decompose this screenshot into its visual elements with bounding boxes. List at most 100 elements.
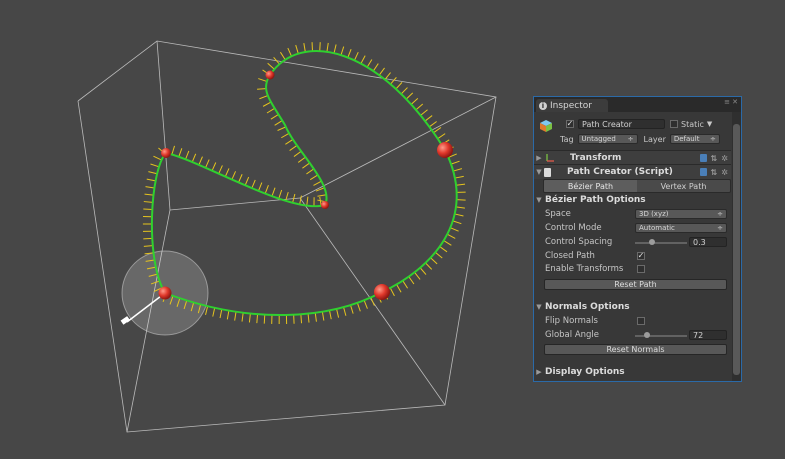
display-options-title[interactable]: Display Options	[545, 367, 625, 377]
transform-header[interactable]: ▶ Transform ⇅ ✲	[534, 150, 731, 165]
normal-tick	[219, 309, 223, 319]
layer-dropdown[interactable]: Default ÷	[669, 134, 720, 144]
global-angle-field[interactable]: 72	[689, 330, 727, 340]
help-icon[interactable]	[699, 153, 707, 162]
foldout-collapsed-icon[interactable]: ▶	[534, 368, 544, 376]
scrollbar-thumb[interactable]	[733, 124, 740, 375]
tag-value: Untagged	[581, 135, 616, 143]
normal-tick	[258, 78, 267, 82]
space-dropdown[interactable]: 3D (xyz) ÷	[635, 209, 727, 219]
normal-tick	[395, 82, 403, 90]
normal-tick	[455, 206, 465, 209]
normal-tick	[274, 120, 283, 126]
path-creator-header[interactable]: ▼ Path Creator (Script) ⇅ ✲	[534, 164, 731, 179]
gear-icon[interactable]: ✲	[721, 154, 728, 163]
normal-tick	[150, 163, 160, 168]
normal-tick	[248, 313, 251, 323]
control-spacing-label: Control Spacing	[545, 237, 613, 247]
normal-tick	[317, 194, 327, 197]
space-label: Space	[545, 209, 571, 219]
normal-tick	[414, 272, 421, 280]
transform-icon	[546, 154, 554, 162]
bounds-box	[77, 40, 497, 433]
tab-bezier-path[interactable]: Bézier Path	[544, 180, 637, 192]
normal-tick	[454, 213, 464, 217]
anchor-point[interactable]	[374, 284, 390, 300]
close-icon[interactable]: ✕	[732, 98, 738, 106]
normal-tick	[238, 174, 243, 183]
normal-tick	[251, 179, 256, 189]
normal-tick	[372, 63, 379, 72]
static-dropdown-icon[interactable]: ▼	[707, 120, 712, 128]
normal-tick	[143, 208, 153, 211]
foldout-expanded-icon: ▼	[536, 168, 542, 176]
normal-tick	[319, 42, 321, 52]
normal-tick	[148, 171, 158, 175]
normal-tick	[278, 189, 283, 199]
reset-path-button[interactable]: Reset Path	[544, 279, 727, 290]
control-spacing-slider-track[interactable]	[635, 242, 687, 244]
dropdown-arrow-icon: ÷	[627, 135, 634, 143]
normal-tick	[420, 109, 428, 116]
tag-dropdown[interactable]: Untagged ÷	[577, 134, 638, 144]
normal-tick	[326, 42, 329, 52]
reset-normals-button[interactable]: Reset Normals	[544, 344, 727, 355]
normal-tick	[153, 155, 162, 161]
anchor-point[interactable]	[265, 70, 275, 80]
foldout-expanded-icon[interactable]: ▼	[534, 303, 544, 311]
transform-title: Transform	[570, 153, 622, 163]
normal-tick	[302, 162, 311, 169]
active-checkbox[interactable]: ✓	[566, 120, 574, 128]
closed-path-checkbox[interactable]: ✓	[637, 252, 645, 260]
inspector-scrollbar[interactable]	[732, 112, 741, 381]
normal-tick	[293, 150, 302, 157]
anchor-point[interactable]	[161, 148, 171, 158]
anchor-point[interactable]	[158, 286, 172, 300]
normal-tick	[295, 44, 299, 54]
anchor-point[interactable]	[437, 142, 453, 158]
normal-tick	[185, 150, 190, 160]
static-checkbox[interactable]	[670, 120, 678, 128]
preset-icon[interactable]: ⇅	[711, 154, 718, 163]
menu-icon[interactable]: ≡	[724, 98, 730, 106]
normal-tick	[287, 47, 293, 57]
help-icon[interactable]	[699, 167, 707, 176]
anchor-point[interactable]	[321, 201, 329, 209]
bezier-options-title[interactable]: Bézier Path Options	[545, 195, 646, 205]
normal-tick	[405, 92, 414, 100]
global-angle-slider-thumb[interactable]	[644, 332, 651, 338]
enable-transforms-checkbox[interactable]	[637, 265, 645, 273]
normal-tick	[437, 133, 446, 140]
normal-tick	[336, 308, 340, 318]
flip-normals-label: Flip Normals	[545, 316, 598, 326]
tab-inspector[interactable]: i Inspector	[536, 99, 608, 112]
normal-tick	[356, 302, 361, 312]
normal-tick	[256, 314, 259, 324]
normal-tick	[289, 144, 298, 151]
gear-icon[interactable]: ✲	[721, 168, 728, 177]
tag-label: Tag	[560, 134, 574, 144]
dropdown-arrow-icon: ÷	[717, 210, 723, 218]
object-name-field[interactable]: Path Creator	[578, 119, 665, 129]
normal-tick	[360, 55, 366, 64]
normal-tick	[309, 174, 319, 181]
control-spacing-field[interactable]: 0.3	[689, 237, 727, 247]
normal-tick	[224, 168, 230, 177]
normal-tick	[257, 88, 267, 90]
global-angle-slider-track[interactable]	[635, 335, 687, 337]
foldout-expanded-icon[interactable]: ▼	[534, 196, 544, 204]
control-mode-dropdown[interactable]: Automatic ÷	[635, 223, 727, 233]
normal-tick	[258, 182, 263, 192]
control-mode-value: Automatic	[639, 224, 675, 232]
normal-tick	[306, 196, 309, 206]
gameobject-icon	[540, 120, 552, 132]
normals-options-title[interactable]: Normals Options	[545, 302, 630, 312]
normal-tick	[178, 148, 183, 157]
static-label: Static	[681, 119, 704, 129]
normal-tick	[450, 227, 459, 232]
preset-icon[interactable]: ⇅	[711, 168, 718, 177]
normal-tick	[410, 98, 419, 105]
tab-vertex-path[interactable]: Vertex Path	[637, 180, 730, 192]
control-spacing-slider-thumb[interactable]	[648, 239, 655, 245]
flip-normals-checkbox[interactable]	[637, 317, 645, 325]
